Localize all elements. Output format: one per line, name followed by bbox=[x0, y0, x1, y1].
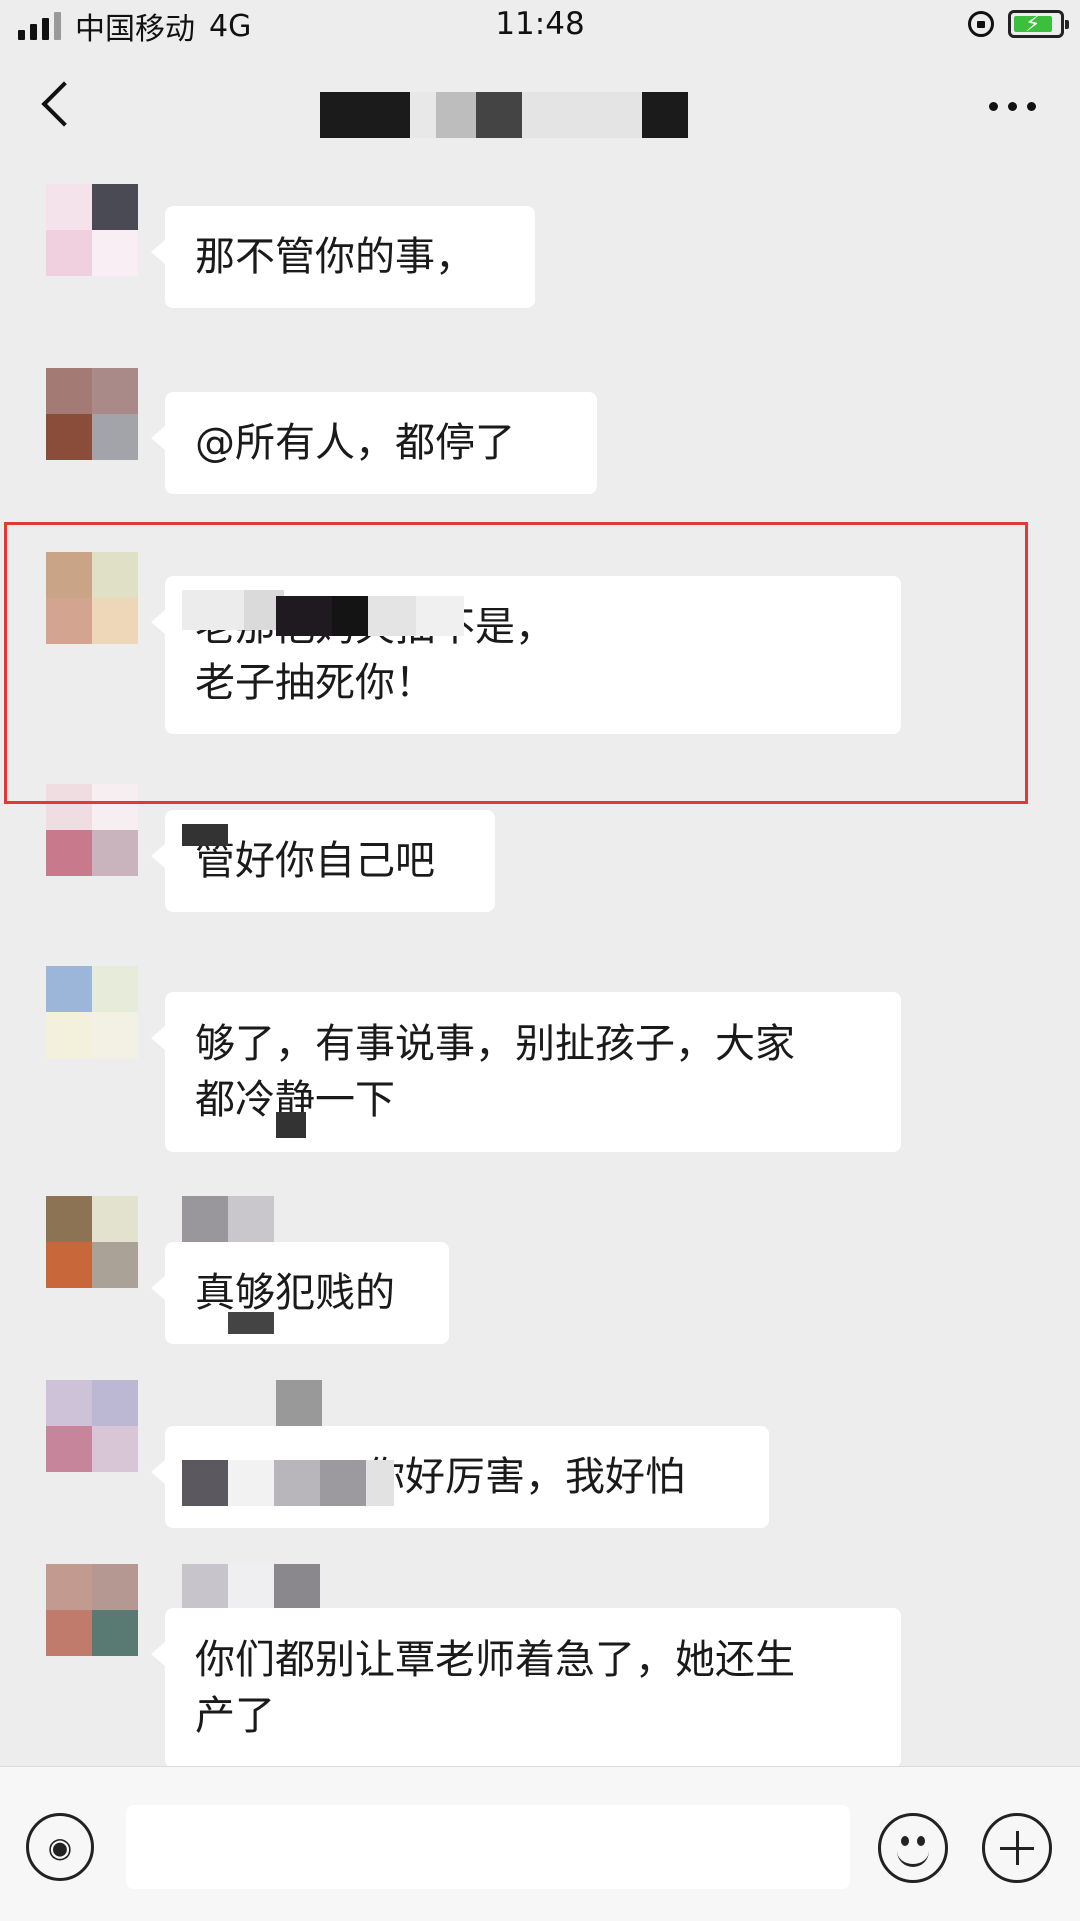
nav-bar bbox=[0, 52, 1080, 162]
plus-icon[interactable] bbox=[982, 1813, 1052, 1883]
voice-icon[interactable]: ◉ bbox=[26, 1813, 94, 1881]
message-bubble[interactable]: 那不管你的事， bbox=[151, 206, 535, 308]
message-input[interactable] bbox=[126, 1805, 850, 1889]
redacted-text bbox=[228, 1460, 274, 1506]
redacted-text bbox=[182, 824, 228, 846]
redacted-text bbox=[320, 1460, 366, 1506]
avatar[interactable] bbox=[46, 1380, 138, 1472]
emoji-icon[interactable] bbox=[878, 1813, 948, 1883]
avatar[interactable] bbox=[46, 184, 138, 276]
redacted-nickname bbox=[182, 1196, 274, 1242]
redacted-text bbox=[366, 1460, 394, 1506]
chevron-left-icon[interactable] bbox=[41, 81, 87, 127]
status-bar: 中国移动 4G 11:48 ⚡ bbox=[0, 0, 1080, 52]
avatar[interactable] bbox=[46, 1564, 138, 1656]
message-text: @所有人，都停了 bbox=[195, 420, 515, 466]
redacted-text bbox=[276, 1112, 306, 1138]
avatar[interactable] bbox=[46, 966, 138, 1058]
redacted-text bbox=[274, 1460, 320, 1506]
battery-icon: ⚡ bbox=[1008, 10, 1069, 38]
ellipsis-icon[interactable] bbox=[989, 102, 1036, 111]
redacted-text bbox=[182, 1460, 228, 1506]
input-bar: ◉ bbox=[0, 1766, 1080, 1921]
message-bubble[interactable]: 真够犯贱的 bbox=[151, 1242, 449, 1344]
message-text: 那不管你的事， bbox=[195, 234, 475, 280]
message-bubble[interactable]: @所有人，都停了 bbox=[151, 392, 597, 494]
avatar[interactable] bbox=[46, 1196, 138, 1288]
redacted-nickname bbox=[182, 1564, 320, 1610]
message-text: 管好你自己吧 bbox=[195, 838, 435, 884]
status-right: ⚡ bbox=[968, 10, 1069, 38]
avatar[interactable] bbox=[46, 368, 138, 460]
redacted-nickname bbox=[276, 1380, 322, 1426]
chat-message-list: 那不管你的事， @所有人，都停了 老那他妈欠抽不是， 老子抽死你！ 管好你自己吧… bbox=[0, 162, 1080, 1768]
redacted-text bbox=[228, 1312, 274, 1334]
chat-title-redacted bbox=[320, 92, 740, 138]
rotation-lock-icon bbox=[968, 11, 994, 37]
message-text: 你们都别让覃老师着急了，她还生 产了 bbox=[195, 1637, 795, 1739]
message-bubble[interactable]: 你们都别让覃老师着急了，她还生 产了 bbox=[151, 1608, 901, 1768]
highlight-box bbox=[4, 522, 1028, 804]
status-time: 11:48 bbox=[495, 6, 585, 42]
message-text: 你好厉害，我好怕 bbox=[365, 1454, 685, 1500]
